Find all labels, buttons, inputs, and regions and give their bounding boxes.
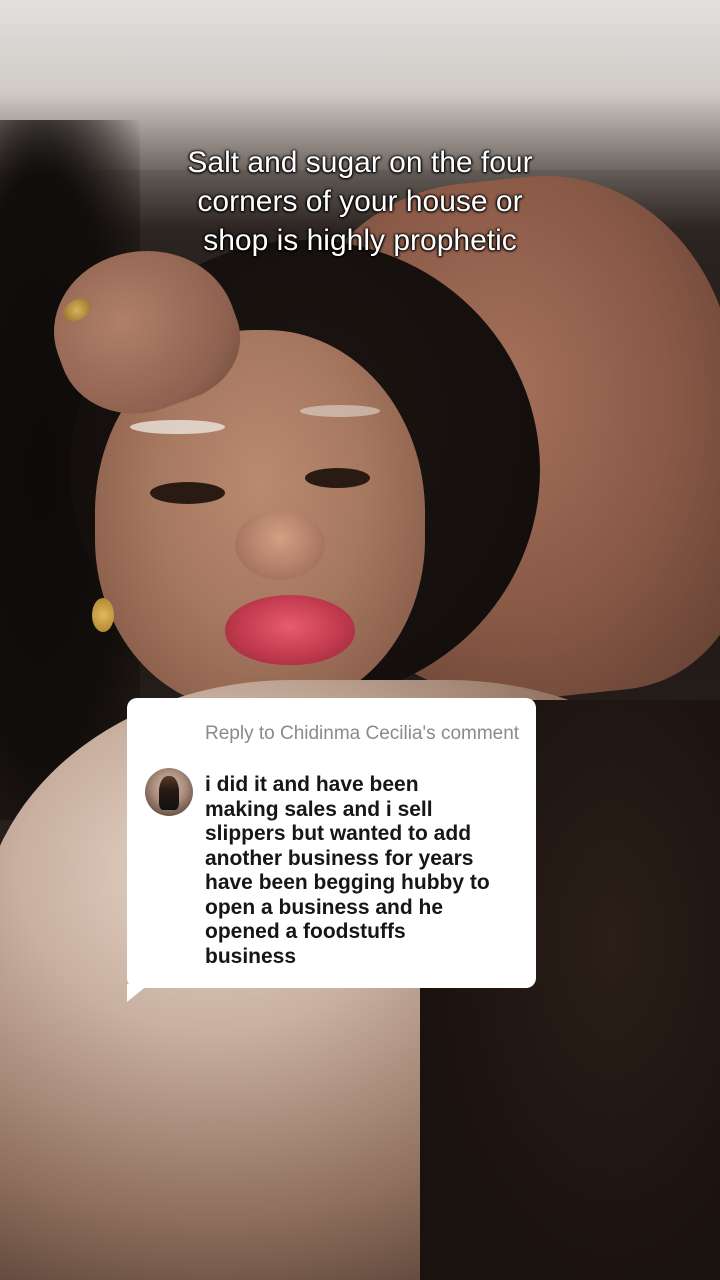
right-eyebrow (300, 405, 380, 417)
commenter-avatar[interactable] (145, 768, 193, 816)
avatar-figure (159, 776, 179, 810)
comment-line: i did it and have been (205, 773, 419, 796)
video-frame[interactable]: Salt and sugar on the four corners of yo… (0, 0, 720, 1280)
video-caption: Salt and sugar on the four corners of yo… (60, 143, 660, 260)
comment-line: opened a foodstuffs (205, 920, 406, 943)
reply-comment-bubble[interactable]: Reply to Chidinma Cecilia's comment i di… (127, 698, 536, 988)
comment-line: slippers but wanted to add (205, 822, 472, 845)
earring (92, 598, 114, 632)
lips (225, 595, 355, 665)
caption-line: shop is highly prophetic (203, 224, 517, 257)
reply-bubble-tail (127, 984, 149, 1002)
caption-line: Salt and sugar on the four (187, 146, 533, 179)
left-eyebrow (130, 420, 225, 434)
comment-line: making sales and i sell (205, 797, 433, 821)
comment-line: open a business and he (205, 895, 444, 919)
reply-comment-text: i did it and have been making sales and … (205, 773, 525, 969)
reply-header: Reply to Chidinma Cecilia's comment (205, 723, 520, 744)
right-eye (305, 468, 370, 488)
left-eye (150, 482, 225, 504)
comment-line: business (205, 944, 297, 968)
comment-line: have been begging hubby to (205, 871, 490, 894)
caption-line: corners of your house or (197, 185, 523, 218)
nose (235, 510, 325, 580)
comment-line: another business for years (205, 846, 474, 870)
